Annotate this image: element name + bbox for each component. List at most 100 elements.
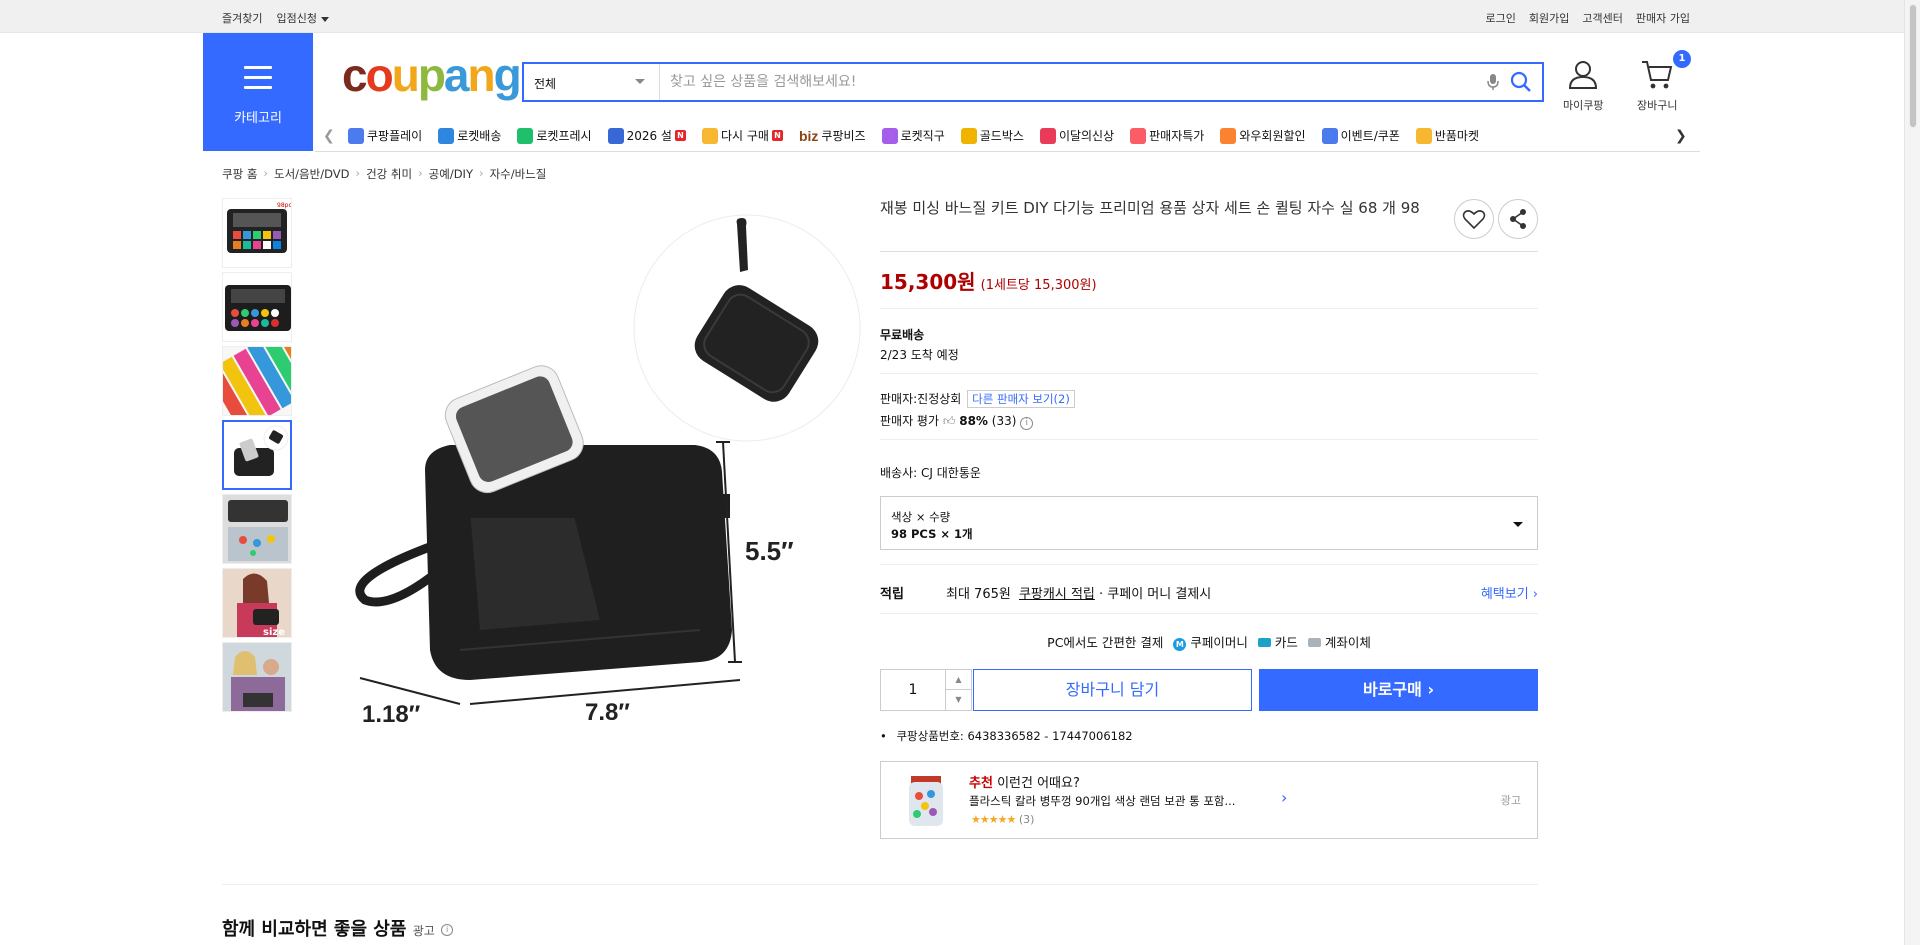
breadcrumb-item[interactable]: 도서/음반/DVD — [274, 166, 349, 182]
increase-quantity-button[interactable]: ▲ — [945, 670, 971, 690]
reward-condition: · 쿠페이 머니 결제시 — [1099, 587, 1212, 602]
nav-item[interactable]: 와우회원할인 — [1220, 127, 1306, 144]
product-thumbnail[interactable]: 98pcs — [222, 198, 292, 268]
logo-letter: a — [443, 49, 470, 101]
decrease-quantity-button[interactable]: ▼ — [945, 690, 971, 710]
add-to-cart-button[interactable]: 장바구니 담기 — [973, 669, 1252, 711]
wow-icon — [1220, 127, 1237, 144]
home-icon — [701, 127, 718, 144]
vendor-apply-menu[interactable]: 입점신청 — [276, 10, 329, 26]
mycoupang-button[interactable]: 마이쿠팡 — [1563, 58, 1603, 113]
option-select[interactable]: 색상 × 수량 98 PCS × 1개 — [880, 496, 1538, 550]
signup-link[interactable]: 회원가입 — [1529, 10, 1569, 26]
nav-item-label: 쿠팡플레이 — [367, 129, 423, 143]
product-thumbnail[interactable]: size — [222, 568, 292, 638]
dropdown-arrow-icon — [1513, 522, 1523, 527]
breadcrumb-item[interactable]: 쿠팡 홈 — [222, 166, 257, 182]
nav-item[interactable]: 2026 설N — [607, 127, 686, 144]
nav-item[interactable]: 다시 구매 N — [701, 127, 783, 144]
new-badge: N — [674, 130, 686, 141]
reward-amount: 최대 765원 — [946, 587, 1011, 602]
recommend-tag: 추천 — [969, 776, 993, 791]
nav-item[interactable]: 로켓직구 — [881, 127, 945, 144]
seller-rating-count: (33) — [991, 414, 1017, 428]
recommendation-ad-card[interactable]: 추천 이런건 어때요? 플라스틱 칼라 병뚜껑 90개입 색상 랜덤 보관 통 … — [880, 761, 1538, 839]
chevron-left-icon[interactable]: ❮ — [323, 128, 335, 144]
seller-label: 판매자: — [880, 392, 918, 406]
search-input[interactable] — [670, 64, 1460, 100]
chevron-right-icon[interactable]: › — [1281, 788, 1287, 807]
buy-now-button[interactable]: 바로구매 › — [1259, 669, 1538, 711]
scrollbar-thumb[interactable] — [1909, 4, 1917, 128]
nav-item[interactable]: 이달의신상 — [1039, 127, 1114, 144]
thumbs-up-icon: 👍︎ — [942, 414, 956, 428]
main-product-image[interactable]: 5.5″ 1.18″ 7.8″ — [320, 210, 870, 740]
login-link[interactable]: 로그인 — [1486, 10, 1516, 26]
carrier-name: CJ 대한통운 — [921, 466, 981, 480]
logo-letter: p — [417, 49, 446, 101]
divider — [880, 308, 1538, 309]
payment-methods: PC에서도 간편한 결제 M 쿠페이머니 카드 계좌이체 — [880, 632, 1538, 651]
info-icon[interactable]: i — [1020, 417, 1034, 430]
nav-item[interactable]: 골드박스 — [960, 127, 1024, 144]
nav-item[interactable]: biz 쿠팡비즈 — [799, 127, 866, 144]
payment-method: 카드 — [1274, 635, 1298, 650]
favorites-link[interactable]: 즐겨찾기 — [222, 10, 262, 26]
logo-letter: n — [467, 49, 496, 101]
nav-item-label: 로켓프레시 — [536, 129, 592, 143]
share-button[interactable] — [1498, 199, 1538, 239]
product-thumbnail[interactable] — [222, 272, 292, 342]
product-thumbnail[interactable] — [222, 642, 292, 712]
coupang-logo[interactable]: coupang — [342, 49, 522, 101]
nav-item-label: 와우회원할인 — [1239, 129, 1306, 143]
depth-dimension-label: 1.18″ — [362, 701, 421, 728]
logo-letter: c — [342, 49, 368, 101]
payment-method: 계좌이체 — [1324, 635, 1371, 650]
nav-item[interactable]: 로켓프레시 — [517, 127, 592, 144]
section-divider — [222, 884, 1538, 885]
nav-item[interactable]: 쿠팡플레이 — [348, 127, 422, 144]
seller-name[interactable]: 진정상회 — [917, 392, 961, 406]
product-info-panel: 재봉 미싱 바느질 키트 DIY 다기능 프리미엄 용품 상자 세트 손 퀼팅 … — [880, 198, 1538, 839]
recommend-item-name: 플라스틱 칼라 병뚜껑 90개입 색상 랜덤 보관 통 포함... — [969, 794, 1236, 808]
divider — [880, 373, 1538, 374]
page-scrollbar[interactable] — [1904, 0, 1920, 945]
category-label: 카테고리 — [234, 111, 282, 126]
coupang-cash-link[interactable]: 쿠팡캐시 적립 — [1019, 587, 1095, 602]
nav-item[interactable]: 이벤트/쿠폰 — [1321, 127, 1400, 144]
wishlist-button[interactable] — [1454, 199, 1494, 239]
breadcrumb-item[interactable]: 자수/바느질 — [490, 166, 547, 182]
new-items-icon — [1039, 127, 1056, 144]
benefit-link-label: 혜택보기 — [1480, 587, 1529, 602]
carrier-label: 배송사: — [880, 466, 918, 480]
rating-stars-icon: ★★★★★ — [971, 813, 1016, 826]
nav-item[interactable]: 반품마켓 — [1415, 127, 1479, 144]
seller-rating-percent: 88% — [959, 414, 988, 428]
breadcrumb-item[interactable]: 건강 취미 — [366, 166, 412, 182]
search-icon[interactable] — [1510, 71, 1532, 97]
search-category-select[interactable]: 전체 — [524, 64, 660, 100]
nav-item[interactable]: 로켓배송 — [438, 127, 501, 144]
nav-item[interactable]: 판매자특가 — [1130, 127, 1204, 144]
height-dimension-label: 5.5″ — [745, 536, 794, 566]
chevron-right-icon[interactable]: ❯ — [1675, 128, 1687, 144]
cart-button[interactable]: 장바구니 — [1637, 58, 1677, 113]
shipping-label: 무료배송 — [880, 328, 925, 342]
product-thumbnail-selected[interactable] — [222, 420, 292, 490]
coupay-icon: M — [1173, 638, 1187, 651]
quantity-value[interactable]: 1 — [881, 670, 945, 710]
customer-center-link[interactable]: 고객센터 — [1582, 10, 1622, 26]
product-thumbnail[interactable] — [222, 346, 292, 416]
breadcrumb-item[interactable]: 공예/DIY — [429, 166, 473, 182]
microphone-icon[interactable] — [1486, 72, 1500, 96]
info-icon[interactable]: i — [441, 924, 454, 936]
buy-now-label: 바로구매 — [1362, 680, 1422, 699]
seller-join-link[interactable]: 판매자 가입 — [1636, 10, 1690, 26]
product-thumbnail[interactable] — [222, 494, 292, 564]
category-menu-button[interactable]: 카테고리 — [203, 33, 313, 151]
nav-item-label: 이벤트/쿠폰 — [1340, 129, 1400, 143]
quantity-stepper[interactable]: 1 ▲ ▼ — [880, 669, 972, 711]
other-sellers-button[interactable]: 다른 판매자 보기(2) — [967, 390, 1075, 408]
cart-label: 장바구니 — [1637, 99, 1678, 112]
benefit-link[interactable]: 혜택보기 › — [1481, 583, 1538, 602]
